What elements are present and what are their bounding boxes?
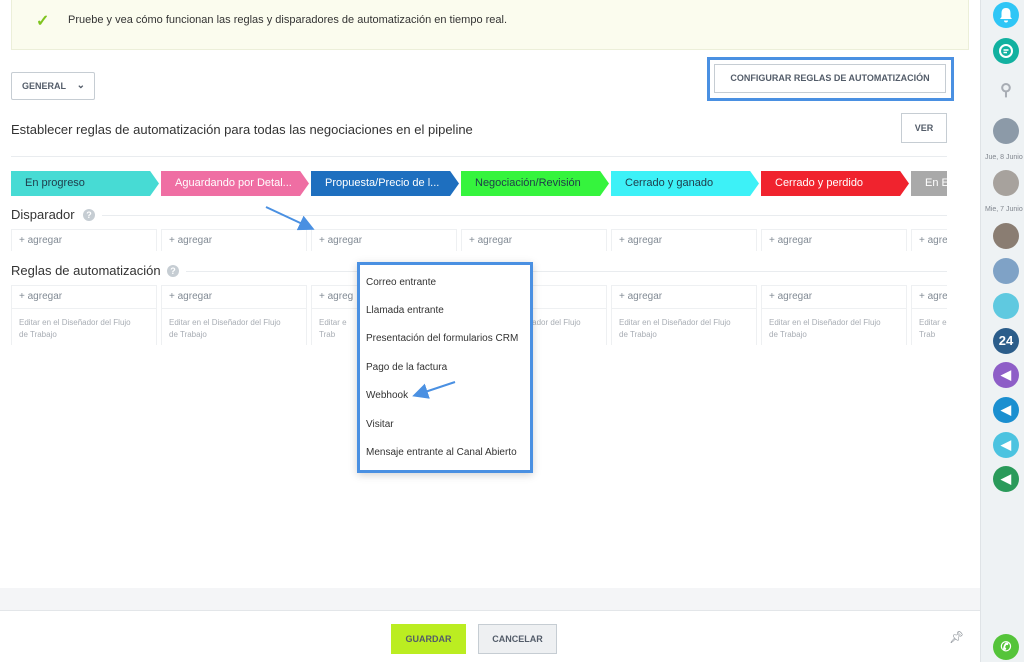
chat-icon[interactable] xyxy=(993,38,1019,64)
megaphone-icon[interactable]: ◀ xyxy=(993,397,1019,423)
footer-shade xyxy=(0,588,980,610)
phone-icon[interactable]: ✆ xyxy=(993,634,1019,660)
megaphone-icon[interactable]: ◀ xyxy=(993,466,1019,492)
pin-icon[interactable]: 📌︎ xyxy=(949,630,964,644)
annotation-arrows xyxy=(265,206,456,399)
megaphone-icon[interactable]: ◀ xyxy=(993,432,1019,458)
avatar[interactable] xyxy=(993,118,1019,144)
search-icon[interactable]: ⚲ xyxy=(993,78,1019,104)
main-area: ✓ Pruebe y vea cómo funcionan las reglas… xyxy=(0,0,980,662)
bitrix24-icon[interactable]: 24 xyxy=(993,328,1019,354)
footer-bar: GUARDAR CANCELAR 📌︎ xyxy=(0,610,980,662)
megaphone-icon[interactable]: ◀ xyxy=(993,362,1019,388)
avatar[interactable] xyxy=(993,293,1019,319)
right-sidebar: ⚲ Jue, 8 Junio Mie, 7 Junio 24 ◀ ◀ ◀ ◀ ✆ xyxy=(980,0,1024,662)
cancel-button[interactable]: CANCELAR xyxy=(478,624,557,654)
save-button[interactable]: GUARDAR xyxy=(391,624,466,654)
avatar[interactable] xyxy=(993,223,1019,249)
arrow-to-webhook xyxy=(412,381,456,399)
avatar[interactable] xyxy=(993,258,1019,284)
date-label: Jue, 8 Junio xyxy=(985,154,1023,161)
date-label: Mie, 7 Junio xyxy=(985,206,1023,213)
arrow-to-add-trigger xyxy=(265,206,315,231)
avatar[interactable] xyxy=(993,170,1019,196)
notifications-icon[interactable] xyxy=(993,2,1019,28)
